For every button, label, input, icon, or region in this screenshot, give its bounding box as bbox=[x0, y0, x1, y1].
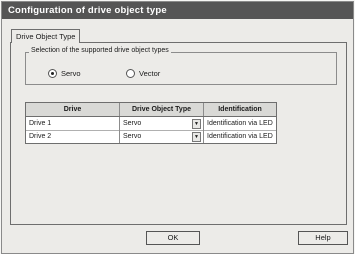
chevron-down-icon[interactable]: ▼ bbox=[192, 132, 201, 142]
identification-button[interactable]: Identification via LED bbox=[204, 117, 276, 130]
tab-drive-object-type[interactable]: Drive Object Type bbox=[11, 29, 81, 43]
table-row: Drive 2 Servo ▼ Identification via LED bbox=[26, 130, 276, 143]
drive-name-cell: Drive 1 bbox=[26, 117, 120, 130]
drive-type-dropdown[interactable]: Servo ▼ bbox=[120, 117, 204, 130]
identification-button[interactable]: Identification via LED bbox=[204, 130, 276, 143]
tab-panel: Selection of the supported drive object … bbox=[10, 42, 347, 225]
drive-object-type-group: Selection of the supported drive object … bbox=[25, 47, 337, 85]
drive-type-value: Servo bbox=[123, 120, 142, 127]
drive-type-value: Servo bbox=[123, 133, 142, 140]
help-button[interactable]: Help bbox=[298, 231, 348, 245]
radio-unselected-icon bbox=[126, 68, 135, 78]
radio-servo-label: Servo bbox=[61, 68, 81, 78]
radio-vector-label: Vector bbox=[139, 68, 161, 78]
column-header-drive: Drive bbox=[26, 103, 120, 116]
ok-button[interactable]: OK bbox=[146, 231, 200, 245]
drive-name-cell: Drive 2 bbox=[26, 130, 120, 143]
column-header-drive-object-type: Drive Object Type bbox=[120, 103, 204, 116]
drive-table: Drive Drive Object Type Identification D… bbox=[25, 102, 277, 144]
group-title: Selection of the supported drive object … bbox=[29, 47, 171, 54]
drive-type-dropdown[interactable]: Servo ▼ bbox=[120, 130, 204, 143]
config-dialog: Configuration of drive object type Drive… bbox=[1, 1, 354, 254]
window-title: Configuration of drive object type bbox=[2, 2, 353, 19]
column-header-identification: Identification bbox=[218, 106, 262, 113]
radio-selected-icon bbox=[48, 68, 57, 78]
table-row: Drive 1 Servo ▼ Identification via LED bbox=[26, 117, 276, 131]
radio-vector[interactable]: Vector bbox=[126, 68, 160, 78]
radio-servo[interactable]: Servo bbox=[48, 68, 81, 78]
table-header-row: Drive Drive Object Type Identification bbox=[26, 103, 276, 117]
chevron-down-icon[interactable]: ▼ bbox=[192, 119, 201, 129]
